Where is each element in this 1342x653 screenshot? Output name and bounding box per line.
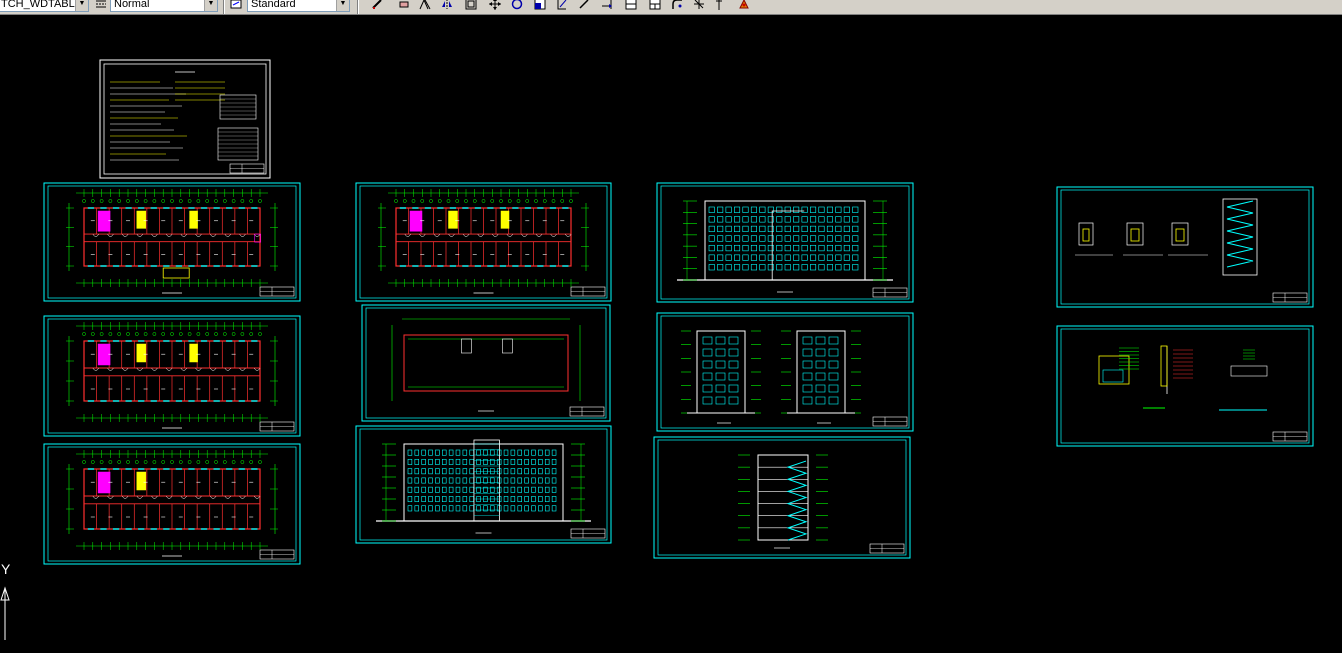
- eraser-icon[interactable]: [397, 0, 411, 11]
- properties-icon[interactable]: [712, 0, 726, 11]
- floor-plan-top-sheet[interactable]: [43, 443, 301, 565]
- line-type-value: Normal: [114, 0, 150, 10]
- chevron-down-icon[interactable]: ▼: [204, 0, 217, 11]
- ucs-icon: Y: [0, 561, 11, 640]
- match-properties-icon[interactable]: [737, 0, 751, 11]
- floor-plan-ground-sheet[interactable]: [43, 182, 301, 302]
- details-sheet-1[interactable]: [1056, 186, 1314, 308]
- pencil-icon[interactable]: [370, 0, 384, 11]
- floor-plan-standard-sheet[interactable]: [43, 315, 301, 437]
- trim-icon[interactable]: [577, 0, 591, 11]
- front-elevation-sheet[interactable]: [355, 425, 612, 544]
- design-notes-sheet[interactable]: [99, 59, 271, 179]
- mirror-icon[interactable]: [440, 0, 454, 11]
- dim-style-value: Standard: [251, 0, 296, 10]
- move-icon[interactable]: [488, 0, 502, 11]
- break-icon[interactable]: [624, 0, 638, 11]
- chamfer-icon[interactable]: [648, 0, 662, 11]
- rotate-icon[interactable]: [510, 0, 524, 11]
- chevron-down-icon[interactable]: ▼: [75, 0, 88, 11]
- side-elevations-sheet[interactable]: [656, 312, 914, 432]
- properties-toolbar: TCH_WDTABLE ▼ Normal ▼ Standard ▼: [0, 0, 1342, 15]
- explode-icon[interactable]: [692, 0, 706, 11]
- fillet-icon[interactable]: [670, 0, 684, 11]
- offset-icon[interactable]: [464, 0, 478, 11]
- chevron-down-icon[interactable]: ▼: [336, 0, 349, 11]
- stretch-icon[interactable]: [555, 0, 569, 11]
- details-sheet-2[interactable]: [1056, 325, 1314, 447]
- dim-style-icon[interactable]: [229, 0, 243, 11]
- section-sheet[interactable]: [653, 436, 911, 559]
- scale-icon[interactable]: [533, 0, 547, 11]
- ucs-axis-label: Y: [1, 561, 11, 577]
- text-style-combo[interactable]: TCH_WDTABLE ▼: [0, 0, 89, 12]
- copy-icon[interactable]: [418, 0, 432, 11]
- drawing-canvas[interactable]: Y: [0, 15, 1342, 653]
- toolbar-separator: [357, 0, 359, 14]
- dim-style-combo[interactable]: Standard ▼: [247, 0, 350, 12]
- model-space[interactable]: Y: [0, 15, 1342, 653]
- floor-plan-upper-sheet[interactable]: [355, 182, 612, 302]
- line-type-combo[interactable]: Normal ▼: [110, 0, 218, 12]
- rear-elevation-sheet[interactable]: [656, 182, 914, 303]
- text-style-value: TCH_WDTABLE: [1, 0, 83, 10]
- toolbar-separator: [223, 0, 225, 14]
- extend-icon[interactable]: [600, 0, 614, 11]
- line-type-icon[interactable]: [94, 0, 108, 11]
- roof-plan-sheet[interactable]: [361, 304, 611, 422]
